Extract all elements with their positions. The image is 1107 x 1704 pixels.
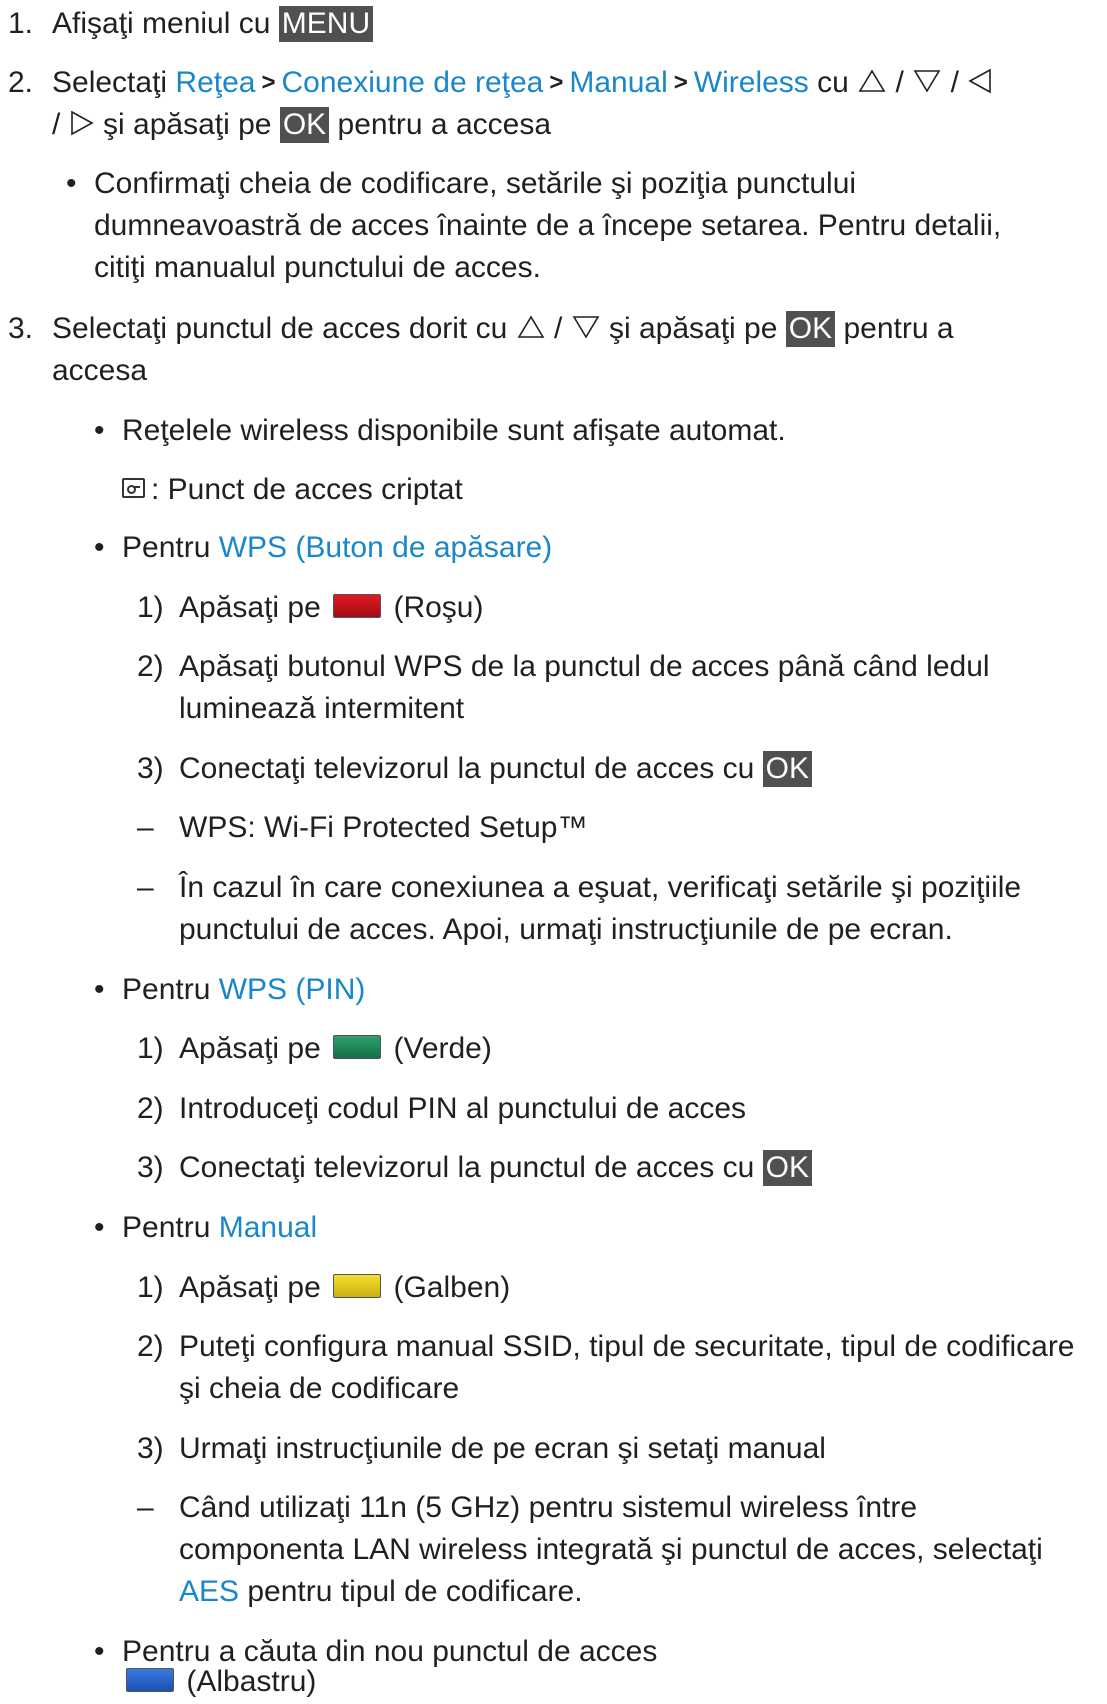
ok-key: OK <box>762 1150 813 1186</box>
bullet: • <box>94 531 105 564</box>
left-triangle-icon <box>968 68 992 94</box>
substep-text: (Verde) <box>393 1032 492 1065</box>
substep-number: 2) <box>137 1092 164 1125</box>
substep-text: Apăsaţi pe <box>179 1032 321 1065</box>
up-triangle-icon <box>517 315 545 338</box>
substep-text: Introduceţi codul PIN al punctului de ac… <box>179 1092 746 1125</box>
substep-number: 1) <box>137 1271 164 1304</box>
note-text: Pentru <box>122 973 211 1006</box>
note-text: dumneavoastră de acces înainte de a înce… <box>94 209 1002 242</box>
step-number: 1. <box>8 7 34 40</box>
menu-key: MENU <box>278 6 374 42</box>
note-text: Pentru <box>122 1211 211 1244</box>
substep-text: (Galben) <box>393 1271 511 1304</box>
menu-path-retea[interactable]: Reţea <box>175 66 255 99</box>
slash: / <box>52 108 61 141</box>
wps-pin-link[interactable]: WPS (PIN) <box>219 973 366 1006</box>
note-text: (Albastru) <box>186 1665 317 1698</box>
down-triangle-icon <box>572 316 600 339</box>
ok-key: OK <box>279 107 330 143</box>
note-text: WPS: Wi-Fi Protected Setup™ <box>179 811 588 844</box>
down-triangle-icon <box>913 70 941 93</box>
step-number: 3. <box>8 312 34 345</box>
note-text: Reţelele wireless disponibile sunt afişa… <box>122 414 786 447</box>
slash: / <box>895 66 904 99</box>
ok-key: OK <box>785 311 836 347</box>
note-text: citiţi manualul punctului de acces. <box>94 251 541 284</box>
substep-text: Urmaţi instrucţiunile de pe ecran şi set… <box>179 1432 826 1465</box>
slash: / <box>553 312 563 345</box>
path-separator: > <box>673 69 688 96</box>
substep-number: 3) <box>137 1151 164 1184</box>
substep-text: şi cheia de codificare <box>179 1372 460 1405</box>
step-text: Selectaţi <box>52 66 168 99</box>
substep-text: Conectaţi televizorul la punctul de acce… <box>179 752 755 785</box>
ok-key: OK <box>762 751 813 787</box>
path-separator: > <box>549 69 564 96</box>
red-button-icon <box>333 594 382 619</box>
menu-path-wireless[interactable]: Wireless <box>694 66 809 99</box>
step-number: 2. <box>8 66 34 99</box>
step-text: pentru a <box>843 312 954 345</box>
menu-path-manual[interactable]: Manual <box>569 66 667 99</box>
substep-number: 3) <box>137 1432 164 1465</box>
substep-number: 1) <box>137 1032 164 1065</box>
substep-number: 2) <box>137 650 164 683</box>
substep-text: Apăsaţi pe <box>179 1271 321 1304</box>
note-text: pentru tipul de codificare. <box>247 1575 583 1608</box>
note-text: Pentru <box>122 531 211 564</box>
bullet: • <box>66 167 77 200</box>
blue-button-icon <box>126 1668 174 1693</box>
step-text: Afişaţi meniul cu <box>52 7 271 40</box>
wps-push-button-link[interactable]: WPS (Buton de apăsare) <box>219 531 553 564</box>
note-text: componenta LAN wireless integrată şi pun… <box>179 1533 1043 1566</box>
substep-number: 2) <box>137 1330 164 1363</box>
bullet: • <box>94 973 105 1006</box>
aes-link[interactable]: AES <box>179 1575 239 1608</box>
step-text: accesa <box>52 354 148 387</box>
note-text: Când utilizaţi 11n (5 GHz) pentru sistem… <box>179 1491 918 1524</box>
bullet: • <box>94 1211 105 1244</box>
substep-text: Apăsaţi butonul WPS de la punctul de acc… <box>179 650 990 683</box>
step-text: cu <box>817 66 849 99</box>
note-text: În cazul în care conexiunea a eşuat, ver… <box>179 871 1022 904</box>
slash: / <box>950 66 959 99</box>
substep-number: 3) <box>137 752 164 785</box>
dash: – <box>137 811 154 844</box>
step-text: şi apăsaţi pe <box>103 108 272 141</box>
substep-text: Conectaţi televizorul la punctul de acce… <box>179 1151 755 1184</box>
step-text: şi apăsaţi pe <box>608 312 778 345</box>
substep-text: Apăsaţi pe <box>179 591 321 624</box>
manual-link[interactable]: Manual <box>219 1211 317 1244</box>
yellow-button-icon <box>333 1274 382 1299</box>
green-button-icon <box>333 1035 382 1060</box>
step-text: pentru a accesa <box>337 108 552 141</box>
note-text: Confirmaţi cheia de codificare, setările… <box>94 167 857 200</box>
lock-icon <box>122 478 145 499</box>
menu-path-conexiune[interactable]: Conexiune de reţea <box>282 66 544 99</box>
note-text: : Punct de acces criptat <box>151 473 463 506</box>
substep-text: (Roşu) <box>393 591 484 624</box>
path-separator: > <box>261 69 276 96</box>
bullet: • <box>94 414 105 447</box>
up-triangle-icon <box>858 69 886 92</box>
dash: – <box>137 1491 154 1524</box>
step-text: Selectaţi punctul de acces dorit cu <box>52 312 508 345</box>
bullet: • <box>94 1635 105 1668</box>
right-triangle-icon <box>70 110 94 136</box>
substep-text: luminează intermitent <box>179 692 465 725</box>
note-text: punctului de acces. Apoi, urmaţi instruc… <box>179 913 953 946</box>
substep-text: Puteţi configura manual SSID, tipul de s… <box>179 1330 1075 1363</box>
dash: – <box>137 871 154 904</box>
substep-number: 1) <box>137 591 164 624</box>
